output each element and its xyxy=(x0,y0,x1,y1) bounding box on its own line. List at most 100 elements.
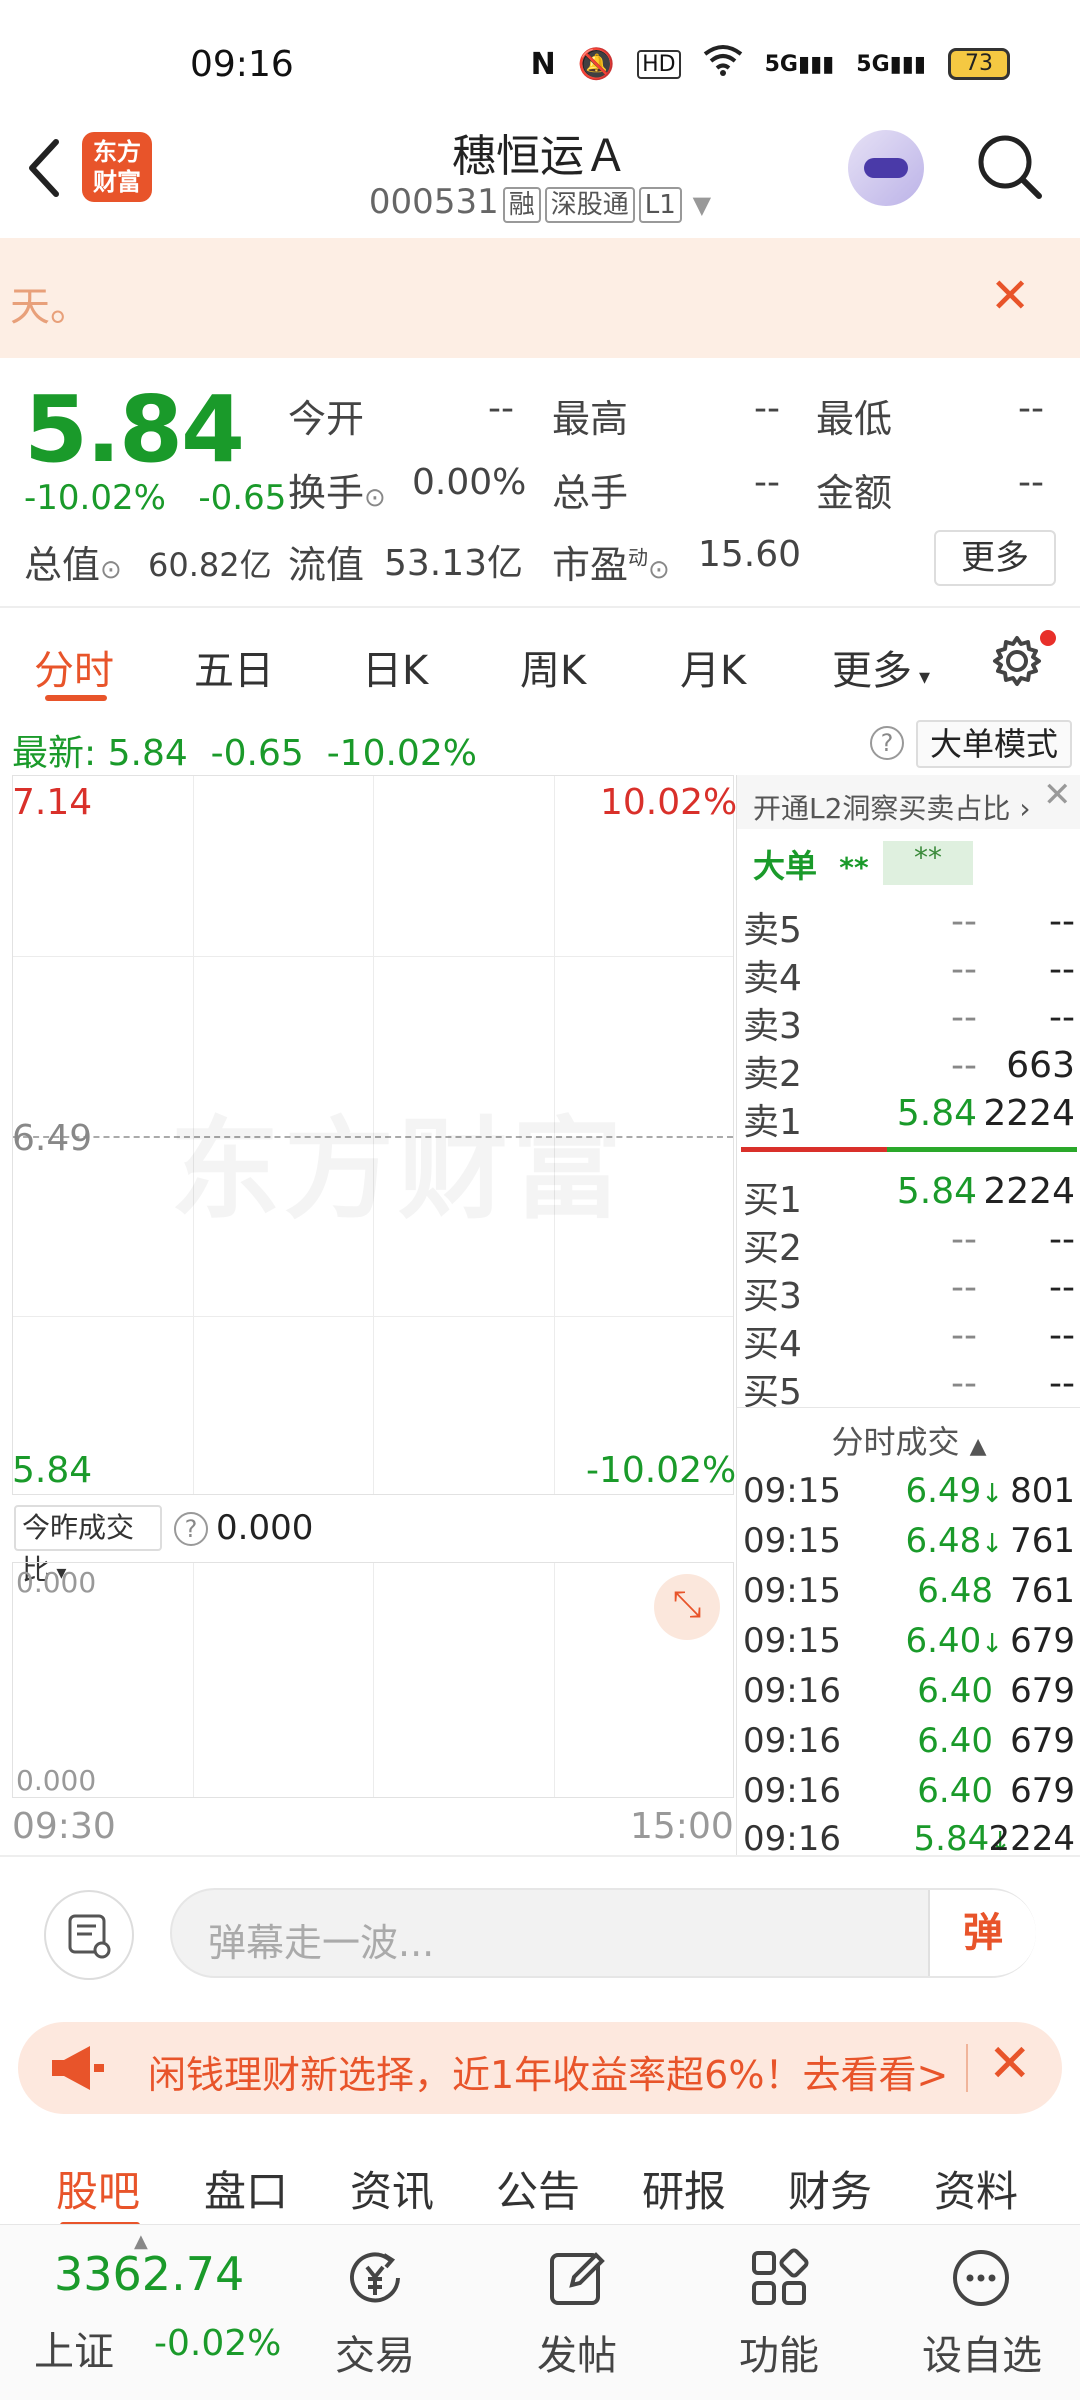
notice-text: 天。 xyxy=(10,284,90,330)
low-label: 最低 xyxy=(816,397,893,441)
tab-announcements[interactable]: 公告 xyxy=(496,2158,580,2219)
notification-dot xyxy=(1040,630,1056,646)
volume-axis-top: 0.000 xyxy=(16,1566,97,1599)
turnover-label: 换手⊙ xyxy=(288,471,386,515)
tab-profile[interactable]: 资料 xyxy=(934,2158,1018,2219)
tab-intraday[interactable]: 分时 xyxy=(34,638,114,696)
watchlist-icon[interactable] xyxy=(946,2243,1016,2313)
tab-finance[interactable]: 财务 xyxy=(788,2158,872,2219)
volume-ratio-value: 0.000 xyxy=(216,1508,314,1548)
tab-research[interactable]: 研报 xyxy=(642,2158,726,2219)
tick-row: 09:15 6.48↓ 761 xyxy=(743,1521,1075,1561)
tick-row: 09:15 6.49↓ 801 xyxy=(743,1471,1075,1511)
index-value[interactable]: 3362.74 xyxy=(54,2247,244,2301)
mute-icon: 🔕 xyxy=(577,46,616,82)
last-price: 5.84 xyxy=(24,376,245,483)
bid-row: 买1 5.84 2224 xyxy=(743,1171,1075,1221)
big-order-value: ** xyxy=(883,841,973,885)
trade-icon[interactable] xyxy=(340,2243,410,2313)
chart-tabs: 分时 五日 日K 周K 月K 更多 ▾ xyxy=(0,608,1080,712)
order-book: 开通L2洞察买卖占比 › ✕ 大单 ** ** 卖5 -- -- 卖4 -- -- 卖3… xyxy=(736,775,1080,1859)
grid-line xyxy=(554,1563,555,1797)
tab-week-k[interactable]: 周K xyxy=(520,638,586,696)
search-icon[interactable] xyxy=(975,132,1045,202)
volume-indicator-select[interactable]: 今昨成交比 ▾ xyxy=(14,1505,162,1586)
big-order-mode-button[interactable]: 大单模式 xyxy=(916,720,1072,768)
status-time: 09:16 xyxy=(190,44,294,85)
divider xyxy=(737,1407,1080,1408)
ask-row: 卖4 -- -- xyxy=(743,949,1075,999)
status-bar: 09:16 N 🔕 HD 5G▮▮▮ 5G▮▮▮ 73 xyxy=(0,0,1080,120)
tab-news[interactable]: 资讯 xyxy=(350,2158,434,2219)
amount-label: 金额 xyxy=(816,471,893,515)
volume-axis-bottom: 0.000 xyxy=(16,1764,97,1797)
bid-row: 买3 -- -- xyxy=(743,1267,1075,1317)
float-value: 53.13亿 xyxy=(384,543,524,584)
ad-banner[interactable]: 闲钱理财新选择，近1年收益率超6%！去看看> ✕ xyxy=(18,2022,1062,2114)
tab-pankou[interactable]: 盘口 xyxy=(204,2158,288,2219)
y-axis-bottom: 5.84 xyxy=(12,1450,93,1491)
tick-row: 09:15 6.48 761 xyxy=(743,1571,1075,1611)
battery-icon: 73 xyxy=(948,48,1010,80)
megaphone-icon xyxy=(46,2042,106,2094)
post-label[interactable]: 发帖 xyxy=(532,2323,622,2381)
open-label: 今开 xyxy=(288,397,365,441)
gear-icon[interactable] xyxy=(990,634,1044,688)
float-value-label: 流值 xyxy=(288,543,365,587)
assistant-avatar[interactable] xyxy=(848,130,924,206)
danmu-input[interactable]: 弹幕走一波... 弹 xyxy=(170,1888,1036,1978)
danmu-send-button[interactable]: 弹 xyxy=(928,1890,1036,1976)
status-icons: N 🔕 HD 5G▮▮▮ 5G▮▮▮ 73 xyxy=(531,44,1010,84)
danmu-settings-icon[interactable] xyxy=(44,1890,134,1980)
open-value: -- xyxy=(488,388,514,429)
tick-row: 09:16 6.40 679 xyxy=(743,1671,1075,1711)
l2-banner-text: 开通L2洞察买卖占比 › xyxy=(753,792,1031,825)
wifi-icon xyxy=(703,44,743,84)
quote-panel: 5.84 -10.02% -0.65 今开 -- 最高 -- 最低 -- 换手⊙… xyxy=(0,358,1080,608)
amount-value: -- xyxy=(1018,462,1044,503)
volume-chart[interactable] xyxy=(12,1562,734,1798)
close-icon[interactable]: ✕ xyxy=(1043,775,1072,815)
trade-label[interactable]: 交易 xyxy=(330,2323,420,2381)
high-label: 最高 xyxy=(552,397,629,441)
caret-up-icon: ▲ xyxy=(969,1434,987,1459)
time-end: 15:00 xyxy=(630,1806,734,1847)
info-icon: ⊙ xyxy=(364,483,386,513)
more-button[interactable]: 更多 xyxy=(934,530,1056,586)
tab-month-k[interactable]: 月K xyxy=(680,638,746,696)
notice-banner: 天。 ✕ xyxy=(0,238,1080,358)
section-tabs: 股吧 盘口 资讯 公告 研报 财务 资料 xyxy=(0,2134,1080,2228)
index-change: -0.02% xyxy=(154,2323,282,2364)
signal-5g-icon-1: 5G▮▮▮ xyxy=(764,51,835,77)
buy-ratio-bar xyxy=(887,1147,1077,1152)
add-watchlist-label[interactable]: 设自选 xyxy=(912,2323,1052,2381)
post-icon[interactable] xyxy=(542,2243,612,2313)
caret-down-icon: ▾ xyxy=(912,665,931,690)
danmu-bar: 弹幕走一波... 弹 xyxy=(0,1860,1080,2000)
close-icon[interactable]: ✕ xyxy=(990,268,1030,324)
help-icon[interactable]: ? xyxy=(174,1512,208,1546)
total-value: 60.82亿 xyxy=(148,546,272,584)
volume-value: -- xyxy=(754,462,780,503)
grid-line xyxy=(373,1563,374,1797)
grid-line xyxy=(193,1563,194,1797)
functions-icon[interactable] xyxy=(744,2243,814,2313)
watermark: 东方财富 xyxy=(170,1080,626,1240)
ticks-title[interactable]: 分时成交 ▲ xyxy=(737,1417,1080,1463)
tab-more[interactable]: 更多 ▾ xyxy=(832,638,930,696)
index-name[interactable]: 上证 xyxy=(34,2319,114,2377)
tab-day-k[interactable]: 日K xyxy=(362,638,428,696)
y-axis-top: 7.14 xyxy=(12,782,93,823)
pct-axis-bottom: -10.02% xyxy=(586,1450,737,1491)
functions-label[interactable]: 功能 xyxy=(734,2323,824,2381)
signal-5g-icon-2: 5G▮▮▮ xyxy=(856,51,926,77)
l2-banner[interactable]: 开通L2洞察买卖占比 › ✕ xyxy=(737,775,1080,829)
ask-row: 卖3 -- -- xyxy=(743,997,1075,1047)
tab-underline xyxy=(45,695,107,701)
help-icon[interactable]: ? xyxy=(870,726,904,760)
tab-guba[interactable]: 股吧 xyxy=(56,2158,140,2219)
bid-row: 买5 -- -- xyxy=(743,1363,1075,1413)
expand-icon[interactable]: ⤡ xyxy=(654,1574,720,1640)
tab-five-day[interactable]: 五日 xyxy=(194,638,274,696)
close-icon[interactable]: ✕ xyxy=(988,2034,1032,2094)
